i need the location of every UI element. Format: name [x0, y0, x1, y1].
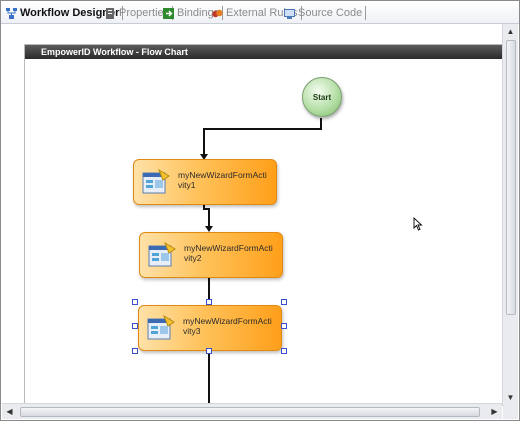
scroll-left-icon[interactable]: ◀ [2, 404, 17, 419]
horizontal-scrollbar[interactable]: ◀ ▶ [2, 403, 502, 419]
scroll-right-icon[interactable]: ▶ [487, 404, 502, 419]
activity-label: myNewWizardFormActivity1 [178, 170, 267, 190]
activity-label: myNewWizardFormActivity2 [184, 243, 273, 263]
selection-handle-sw[interactable] [132, 348, 138, 354]
selection-handle-ne[interactable] [281, 299, 287, 305]
vertical-scroll-thumb[interactable] [506, 40, 516, 315]
wizard-form-icon [142, 168, 170, 194]
wizard-form-icon [147, 314, 175, 340]
selection-handle-e[interactable] [281, 323, 287, 329]
connector-start-to-activity1 [203, 118, 322, 158]
activity-label: myNewWizardFormActivity3 [183, 316, 272, 336]
horizontal-scroll-thumb[interactable] [20, 407, 480, 417]
start-label: Start [312, 92, 332, 102]
workflow-designer-window: Workflow Designer Properties Bindings Ex… [0, 0, 520, 421]
mouse-cursor-icon [413, 217, 423, 231]
selection-handle-nw[interactable] [132, 299, 138, 305]
vertical-scrollbar[interactable]: ▲ ▼ [502, 24, 518, 405]
flow-connectors [200, 118, 322, 406]
scroll-up-icon[interactable]: ▲ [503, 24, 518, 39]
selection-handle-n[interactable] [206, 299, 212, 305]
selection-handle-w[interactable] [132, 323, 138, 329]
scrollbar-corner [503, 404, 518, 419]
activity-node-1[interactable]: myNewWizardFormActivity1 [133, 159, 277, 205]
activity-node-2[interactable]: myNewWizardFormActivity2 [139, 232, 283, 278]
start-node[interactable]: Start [302, 77, 342, 117]
activity-node-3[interactable]: myNewWizardFormActivity3 [138, 305, 282, 351]
scroll-down-icon[interactable]: ▼ [503, 390, 518, 405]
selection-handle-se[interactable] [281, 348, 287, 354]
selection-handle-s[interactable] [206, 348, 212, 354]
wizard-form-icon [148, 241, 176, 267]
